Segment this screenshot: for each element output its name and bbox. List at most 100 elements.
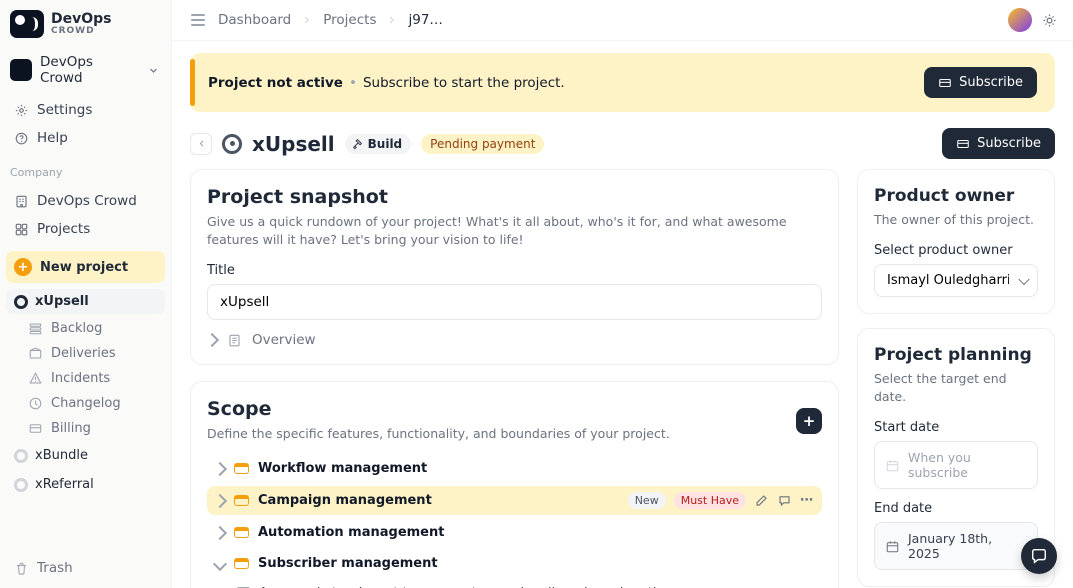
epic-icon bbox=[234, 558, 249, 569]
banner-text: Subscribe to start the project. bbox=[363, 75, 565, 91]
more-menu[interactable]: ⋯ bbox=[800, 493, 814, 508]
topbar: Dashboard Projects j97… bbox=[172, 0, 1073, 41]
owner-heading: Product owner bbox=[874, 186, 1038, 206]
trash-icon bbox=[14, 561, 29, 576]
backlog-icon bbox=[28, 321, 43, 336]
sub-billing[interactable]: Billing bbox=[20, 417, 165, 440]
project-xbundle[interactable]: xBundle bbox=[6, 443, 165, 468]
nav-help-label: Help bbox=[37, 130, 68, 146]
chat-bubble-icon bbox=[1030, 547, 1048, 565]
stage-badge: Build bbox=[345, 134, 412, 154]
theme-toggle-icon[interactable] bbox=[1042, 13, 1057, 28]
owner-select[interactable]: Ismayl Ouledgharri bbox=[874, 264, 1038, 297]
inactive-banner: Project not active•Subscribe to start th… bbox=[190, 53, 1055, 112]
add-scope-button[interactable]: + bbox=[796, 408, 822, 434]
company-projects[interactable]: Projects bbox=[6, 215, 165, 243]
scope-item-workflow[interactable]: Workflow management bbox=[207, 455, 822, 482]
target-icon bbox=[14, 295, 28, 309]
target-icon bbox=[14, 478, 28, 492]
end-label: End date bbox=[874, 501, 1038, 516]
card-icon bbox=[956, 137, 970, 151]
scope-heading: Scope bbox=[207, 398, 670, 420]
sidebar-toggle[interactable] bbox=[188, 11, 208, 29]
project-target-icon bbox=[222, 134, 242, 154]
user-avatar[interactable] bbox=[1008, 8, 1032, 32]
projects-icon bbox=[14, 222, 29, 237]
deliveries-icon bbox=[28, 346, 43, 361]
chat-fab[interactable] bbox=[1021, 538, 1057, 574]
crumb-dashboard[interactable]: Dashboard bbox=[218, 12, 291, 28]
owner-card: Product owner The owner of this project.… bbox=[857, 169, 1055, 314]
chevron-down-icon bbox=[146, 63, 161, 78]
planning-heading: Project planning bbox=[874, 345, 1038, 365]
owner-label: Select product owner bbox=[874, 243, 1038, 258]
epic-icon bbox=[234, 527, 249, 538]
overview-toggle[interactable]: Overview bbox=[207, 332, 822, 348]
scope-item-automation[interactable]: Automation management bbox=[207, 519, 822, 546]
new-project-button[interactable]: + New project bbox=[6, 251, 165, 283]
workspace-icon bbox=[10, 59, 32, 81]
banner-subscribe-button[interactable]: Subscribe bbox=[924, 67, 1037, 98]
start-label: Start date bbox=[874, 420, 1038, 435]
brand-name: DevOps bbox=[51, 12, 112, 26]
building-icon bbox=[14, 194, 29, 209]
back-button[interactable] bbox=[190, 133, 212, 155]
end-date-field[interactable]: January 18th, 2025 bbox=[874, 522, 1038, 570]
start-date-field[interactable]: When you subscribe bbox=[874, 441, 1038, 489]
chevron-right-icon bbox=[386, 14, 398, 26]
sub-incidents[interactable]: Incidents bbox=[20, 367, 165, 390]
crumb-current: j97… bbox=[408, 12, 442, 28]
sub-changelog[interactable]: Changelog bbox=[20, 392, 165, 415]
nav-settings-label: Settings bbox=[37, 102, 92, 118]
plus-icon: + bbox=[14, 258, 32, 276]
billing-icon bbox=[28, 421, 43, 436]
epic-icon bbox=[234, 495, 249, 506]
gear-icon bbox=[14, 103, 29, 118]
snapshot-desc: Give us a quick rundown of your project!… bbox=[207, 213, 822, 249]
tag-status: New bbox=[628, 492, 666, 509]
comment-icon[interactable] bbox=[777, 493, 792, 508]
crumb-projects[interactable]: Projects bbox=[323, 12, 376, 28]
project-xupsell[interactable]: xUpsell bbox=[6, 289, 165, 314]
workspace-switcher[interactable]: DevOps Crowd bbox=[0, 48, 171, 92]
payment-badge: Pending payment bbox=[421, 134, 544, 154]
chevron-right-icon bbox=[213, 526, 227, 540]
title-input[interactable] bbox=[207, 284, 822, 320]
calendar-icon bbox=[885, 458, 900, 473]
sub-backlog[interactable]: Backlog bbox=[20, 317, 165, 340]
company-projects-label: Projects bbox=[37, 221, 90, 237]
epic-icon bbox=[234, 463, 249, 474]
sidebar: DevOps CROWD DevOps Crowd Settings Help … bbox=[0, 0, 172, 588]
page-subscribe-button[interactable]: Subscribe bbox=[942, 128, 1055, 159]
company-devops[interactable]: DevOps Crowd bbox=[6, 187, 165, 215]
nav-trash[interactable]: Trash bbox=[6, 554, 165, 582]
sub-deliveries[interactable]: Deliveries bbox=[20, 342, 165, 365]
new-project-label: New project bbox=[40, 260, 128, 275]
story-segment[interactable]: As a marketer, I want to segment my subs… bbox=[207, 581, 822, 588]
chevron-right-icon bbox=[213, 494, 227, 508]
scope-item-subscriber[interactable]: Subscriber management bbox=[207, 550, 822, 577]
planning-desc: Select the target end date. bbox=[874, 370, 1038, 406]
chevron-down-icon bbox=[213, 557, 227, 571]
project-xreferral[interactable]: xReferral bbox=[6, 472, 165, 497]
tag-priority: Must Have bbox=[674, 492, 746, 509]
logo-mark-icon bbox=[10, 10, 44, 38]
workspace-name: DevOps Crowd bbox=[40, 54, 138, 86]
section-company-label: Company bbox=[0, 156, 171, 183]
edit-icon[interactable] bbox=[754, 493, 769, 508]
chevron-right-icon bbox=[205, 333, 219, 347]
banner-title: Project not active bbox=[208, 75, 343, 91]
nav-settings[interactable]: Settings bbox=[6, 96, 165, 124]
company-devops-label: DevOps Crowd bbox=[37, 193, 137, 209]
help-icon bbox=[14, 131, 29, 146]
calendar-icon bbox=[885, 539, 900, 554]
scope-item-campaign[interactable]: Campaign management New Must Have ⋯ bbox=[207, 486, 822, 515]
title-label: Title bbox=[207, 263, 822, 278]
brand-sub: CROWD bbox=[51, 26, 112, 36]
chevron-right-icon bbox=[301, 14, 313, 26]
changelog-icon bbox=[28, 396, 43, 411]
nav-help[interactable]: Help bbox=[6, 124, 165, 152]
snapshot-heading: Project snapshot bbox=[207, 186, 822, 208]
scope-desc: Define the specific features, functional… bbox=[207, 425, 670, 443]
target-icon bbox=[14, 449, 28, 463]
